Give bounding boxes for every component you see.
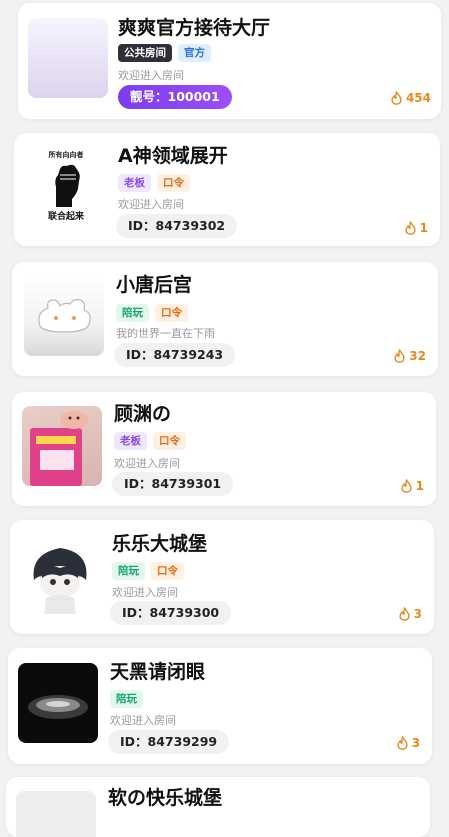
room-description: 欢迎进入房间: [114, 457, 180, 470]
room-id: ID：84739300: [110, 601, 232, 625]
room-title: 顾渊の: [114, 403, 172, 425]
room-title: 爽爽官方接待大厅: [118, 17, 271, 39]
tag-companion: 陪玩: [112, 562, 145, 580]
room-avatar: [20, 534, 100, 614]
room-title: 天黑请闭眼: [110, 661, 206, 683]
room-tags: 老板 口令: [114, 432, 186, 450]
room-heat: 3: [398, 607, 422, 621]
room-card[interactable]: 软の快乐城堡: [6, 777, 430, 837]
flame-icon: [394, 349, 405, 363]
room-title: A神领域展开: [118, 145, 228, 167]
avatar-caption-bottom: 联合起来: [47, 212, 84, 222]
tag-password: 口令: [153, 432, 186, 450]
room-vip-id: 靓号：100001: [118, 85, 232, 109]
tag-companion: 陪玩: [116, 304, 149, 322]
heat-value: 32: [409, 349, 426, 363]
room-description: 欢迎进入房间: [110, 714, 176, 727]
room-description: 欢迎进入房间: [118, 198, 184, 211]
cute-blob-icon: [38, 298, 91, 333]
room-heat: 32: [393, 349, 426, 363]
heat-value: 3: [413, 607, 422, 621]
room-tags: 陪玩: [110, 690, 143, 708]
room-heat: 1: [400, 479, 424, 493]
anime-boy-icon: [33, 548, 87, 614]
tag-password: 口令: [155, 304, 188, 322]
room-tags: 公共房间 官方: [118, 44, 211, 62]
tag-password: 口令: [151, 562, 184, 580]
tag-password: 口令: [157, 174, 190, 192]
room-title: 软の快乐城堡: [108, 787, 223, 809]
room-card[interactable]: 爽爽官方接待大厅 公共房间 官方 欢迎进入房间 靓号：100001 454: [18, 3, 441, 119]
heat-value: 1: [419, 221, 428, 235]
tag-public-room: 公共房间: [118, 44, 172, 62]
room-title: 乐乐大城堡: [112, 533, 208, 555]
room-avatar: [18, 663, 98, 743]
room-card[interactable]: 乐乐大城堡 陪玩 口令 欢迎进入房间 ID：84739300 3: [10, 520, 434, 634]
flame-icon: [391, 91, 402, 105]
room-tags: 陪玩 口令: [116, 304, 188, 322]
tag-official: 官方: [178, 44, 211, 62]
room-id: ID：84739299: [108, 730, 230, 754]
room-id: ID：84739302: [116, 214, 238, 238]
room-avatar: [28, 18, 108, 98]
room-title: 小唐后宫: [116, 274, 193, 296]
room-heat: 454: [390, 91, 431, 105]
room-id: ID：84739301: [112, 472, 234, 496]
flame-icon: [397, 736, 408, 750]
room-card[interactable]: 顾渊の 老板 口令 欢迎进入房间 ID：84739301 1: [12, 392, 436, 506]
flame-icon: [399, 607, 410, 621]
room-tags: 陪玩 口令: [112, 562, 184, 580]
room-tags: 老板 口令: [118, 174, 190, 192]
room-description: 我的世界一直在下雨: [116, 327, 215, 340]
dark-photo-icon: [28, 695, 88, 719]
tag-boss: 老板: [114, 432, 147, 450]
flame-icon: [405, 221, 416, 235]
room-avatar: 所有向向者 联合起来: [26, 147, 106, 227]
room-id: ID：84739243: [114, 343, 236, 367]
room-card[interactable]: 小唐后宫 陪玩 口令 我的世界一直在下雨 ID：84739243 32: [12, 262, 438, 376]
room-description: 欢迎进入房间: [112, 586, 178, 599]
room-avatar: [16, 791, 96, 837]
tag-companion: 陪玩: [110, 690, 143, 708]
room-card[interactable]: 天黑请闭眼 陪玩 欢迎进入房间 ID：84739299 3: [8, 648, 432, 764]
room-avatar: [22, 406, 102, 486]
room-card[interactable]: 所有向向者 联合起来 A神领域展开 老板 口令 欢迎进入房间 ID：847393…: [14, 133, 440, 246]
heat-value: 1: [415, 479, 424, 493]
room-heat: 1: [404, 221, 428, 235]
heat-value: 3: [411, 736, 420, 750]
room-description: 欢迎进入房间: [118, 69, 184, 82]
room-heat: 3: [396, 736, 420, 750]
pink-book-icon: [30, 411, 88, 486]
flame-icon: [401, 479, 412, 493]
tag-boss: 老板: [118, 174, 151, 192]
room-avatar: [24, 276, 104, 356]
heat-value: 454: [405, 91, 431, 105]
